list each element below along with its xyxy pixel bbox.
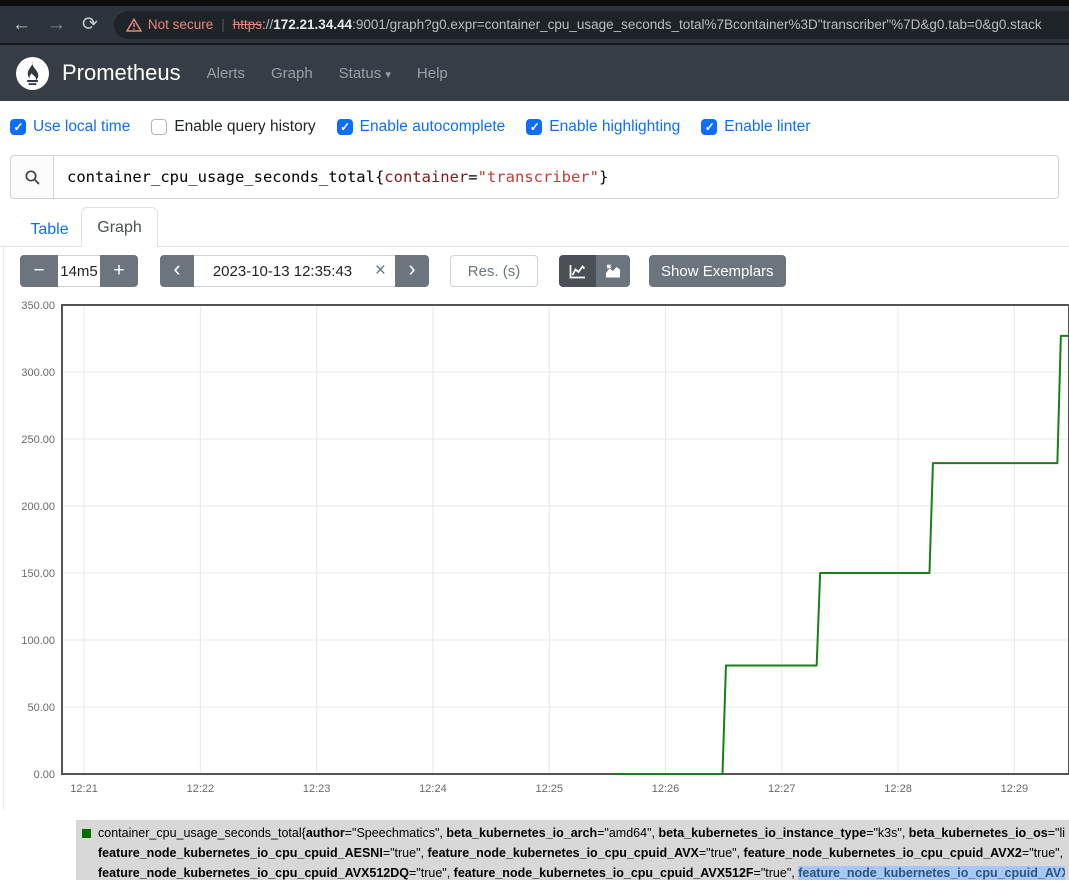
nav-link-status[interactable]: Status ▾ (339, 65, 391, 82)
graph-controls: − + ‹ 2023-10-13 12:35:43 × › Show Exemp… (20, 255, 786, 287)
url-path: :9001/graph?g0.expr=container_cpu_usage_… (352, 17, 1042, 32)
setting-query-history[interactable]: Enable query history (151, 118, 315, 136)
url-scheme: https (233, 17, 262, 32)
setting-label: Enable linter (724, 118, 810, 136)
series-swatch-icon (82, 829, 91, 838)
url-host: 172.21.34.44 (273, 17, 352, 32)
series-legend[interactable]: container_cpu_usage_seconds_total{author… (76, 820, 1069, 880)
svg-text:12:21: 12:21 (70, 783, 98, 795)
tabs-divider (0, 246, 1069, 247)
svg-text:100.00: 100.00 (21, 635, 55, 647)
end-time-value: 2023-10-13 12:35:43 (213, 263, 352, 280)
svg-text:50.00: 50.00 (27, 702, 55, 714)
search-icon (10, 155, 53, 199)
range-increase-button[interactable]: + (100, 255, 138, 287)
url-separator: :// (262, 17, 273, 32)
tab-graph[interactable]: Graph (81, 207, 158, 247)
time-forward-button[interactable]: › (395, 255, 429, 287)
resolution-input[interactable] (450, 255, 538, 287)
svg-text:12:28: 12:28 (884, 783, 912, 795)
stacked-chart-toggle-button[interactable] (596, 255, 630, 287)
browser-toolbar: ← → ⟳ Not secure | https://172.21.34.44:… (0, 6, 1069, 43)
security-status-label: Not secure (148, 17, 213, 32)
checkbox[interactable] (526, 119, 542, 135)
tab-table[interactable]: Table (18, 214, 81, 246)
clear-time-icon[interactable]: × (375, 260, 386, 282)
setting-label: Enable highlighting (549, 118, 680, 136)
svg-text:12:23: 12:23 (303, 783, 331, 795)
end-time-input[interactable]: 2023-10-13 12:35:43 × (194, 255, 395, 287)
setting-linter[interactable]: Enable linter (701, 118, 810, 136)
svg-text:12:22: 12:22 (187, 783, 215, 795)
svg-text:0.00: 0.00 (34, 769, 55, 781)
show-exemplars-button[interactable]: Show Exemplars (649, 255, 786, 287)
range-duration-input[interactable] (58, 255, 100, 287)
url-divider: | (221, 17, 225, 32)
svg-text:350.00: 350.00 (21, 300, 55, 312)
nav-link-help[interactable]: Help (417, 65, 448, 82)
line-chart-toggle-button[interactable] (559, 255, 596, 287)
setting-use-local-time[interactable]: Use local time (10, 118, 130, 136)
prometheus-logo-icon[interactable] (16, 57, 49, 90)
stacked-chart-icon (605, 264, 621, 278)
time-back-button[interactable]: ‹ (160, 255, 194, 287)
nav-link-alerts[interactable]: Alerts (207, 65, 245, 82)
checkbox[interactable] (10, 119, 26, 135)
browser-forward-icon[interactable]: → (47, 14, 66, 36)
nav-link-graph[interactable]: Graph (271, 65, 313, 82)
svg-text:250.00: 250.00 (21, 434, 55, 446)
series-label-line[interactable]: container_cpu_usage_seconds_total{author… (98, 823, 1065, 843)
setting-highlighting[interactable]: Enable highlighting (526, 118, 680, 136)
series-label-line[interactable]: feature_node_kubernetes_io_cpu_cpuid_AVX… (98, 863, 1065, 883)
query-expression-row: container_cpu_usage_seconds_total{contai… (10, 155, 1059, 199)
svg-text:12:29: 12:29 (1001, 783, 1029, 795)
svg-text:12:25: 12:25 (535, 783, 563, 795)
svg-text:12:27: 12:27 (768, 783, 796, 795)
chevron-down-icon: ▾ (385, 69, 391, 81)
setting-autocomplete[interactable]: Enable autocomplete (337, 118, 506, 136)
setting-label: Use local time (33, 118, 130, 136)
checkbox[interactable] (701, 119, 717, 135)
browser-reload-icon[interactable]: ⟳ (82, 13, 98, 36)
svg-text:150.00: 150.00 (21, 568, 55, 580)
browser-back-icon[interactable]: ← (12, 14, 31, 36)
query-expression-input[interactable]: container_cpu_usage_seconds_total{contai… (53, 155, 1059, 199)
series-label-line[interactable]: feature_node_kubernetes_io_cpu_cpuid_AES… (98, 843, 1065, 863)
svg-text:200.00: 200.00 (21, 501, 55, 513)
svg-text:12:26: 12:26 (652, 783, 680, 795)
svg-text:12:24: 12:24 (419, 783, 447, 795)
app-title[interactable]: Prometheus (62, 60, 181, 86)
prometheus-navbar: Prometheus Alerts Graph Status ▾ Help (0, 45, 1069, 101)
checkbox[interactable] (337, 119, 353, 135)
cpu-usage-graph[interactable]: 0.00 50.00 100.00 150.00 200.00 250.00 300.00 3… (0, 295, 1069, 805)
query-settings-row: Use local time Enable query history Enab… (10, 114, 831, 140)
checkbox[interactable] (151, 119, 167, 135)
range-decrease-button[interactable]: − (20, 255, 58, 287)
line-chart-icon (569, 264, 586, 279)
warning-triangle-icon[interactable] (126, 18, 142, 32)
svg-text:300.00: 300.00 (21, 367, 55, 379)
setting-label: Enable query history (174, 118, 315, 136)
setting-label: Enable autocomplete (360, 118, 506, 136)
address-bar[interactable]: Not secure | https://172.21.34.44:9001/g… (114, 11, 1069, 39)
